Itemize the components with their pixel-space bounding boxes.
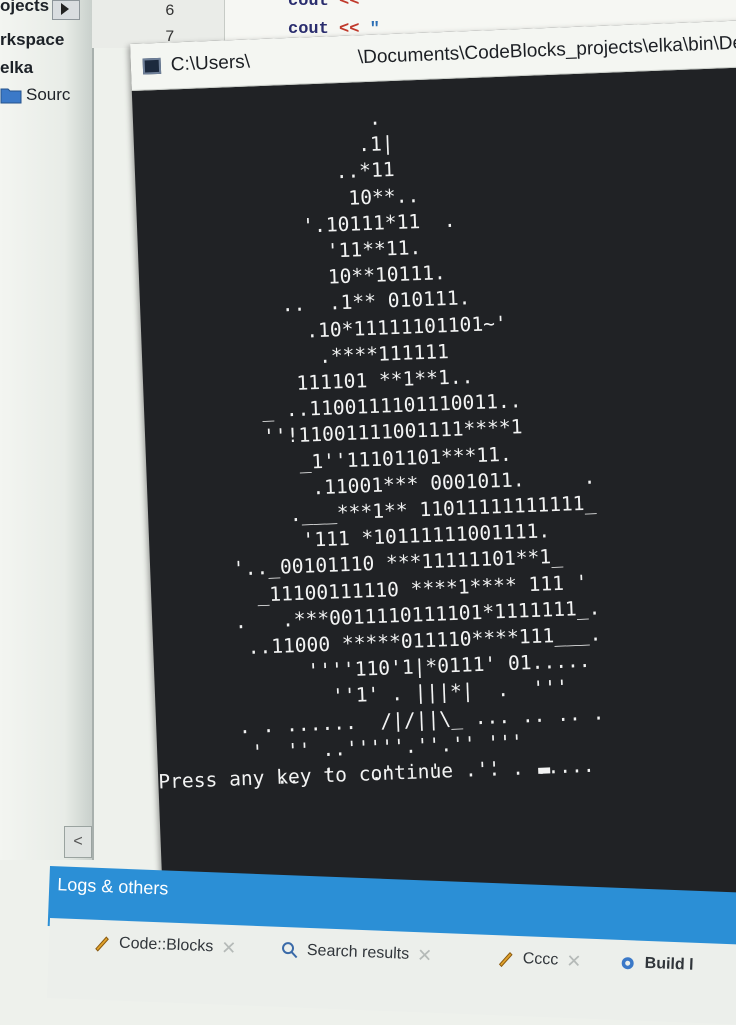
title-path-start: C:\Users\ <box>170 51 251 76</box>
sidebar-item-sources[interactable]: Sourc <box>0 85 70 105</box>
gear-icon <box>621 957 634 970</box>
scroll-left-button[interactable]: < <box>64 826 92 858</box>
sidebar-item-label: Sourc <box>26 85 71 104</box>
tab-cccc[interactable]: Cccc ✕ <box>496 941 582 978</box>
sidebar-item-workspace[interactable]: rkspace <box>0 30 64 50</box>
tab-codeblocks[interactable]: Code::Blocks ✕ <box>92 926 237 965</box>
code-keyword: cout <box>288 0 329 11</box>
close-icon[interactable]: ✕ <box>221 937 237 959</box>
console-output: . .1| ..*11 10**.. '.10111*11 . '11**11.… <box>132 66 736 880</box>
sidebar-item-project-elka[interactable]: elka <box>0 58 33 78</box>
sidebar-tab-arrow[interactable] <box>52 0 80 20</box>
code-line[interactable]: cout << <box>288 0 359 11</box>
close-icon[interactable]: ✕ <box>566 950 582 972</box>
play-arrow-icon <box>61 3 69 15</box>
pencil-icon <box>498 951 513 968</box>
tab-label: Code::Blocks <box>118 934 214 956</box>
ascii-tree-output: . .1| ..*11 10**.. '.10111*11 . '11**11.… <box>133 98 607 796</box>
tab-search-results[interactable]: Search results ✕ <box>280 933 433 973</box>
pencil-icon <box>95 936 109 952</box>
console-window[interactable]: C:\Users\ \Documents\CodeBlocks_projects\… <box>130 19 736 924</box>
line-number: 6 <box>165 2 175 20</box>
sidebar-item-projects[interactable]: ojects <box>0 0 49 16</box>
tab-label: Cccc <box>522 950 559 969</box>
close-icon[interactable]: ✕ <box>417 945 433 967</box>
project-sidebar: ojects rkspace elka Sourc < <box>0 0 94 860</box>
tab-label: Build l <box>644 954 694 974</box>
tab-label: Search results <box>306 941 410 963</box>
logs-panel-title: Logs & others <box>56 874 169 899</box>
console-title: C:\Users\ \Documents\CodeBlocks_projects\… <box>170 32 736 77</box>
text-cursor <box>537 767 550 774</box>
search-icon <box>282 942 298 959</box>
console-app-icon <box>142 57 162 75</box>
code-operator: << <box>339 0 360 11</box>
title-path-end: \Documents\CodeBlocks_projects\elka\bin\… <box>357 31 736 69</box>
folder-icon <box>0 88 22 104</box>
tab-build-log[interactable]: Build l <box>618 946 694 983</box>
